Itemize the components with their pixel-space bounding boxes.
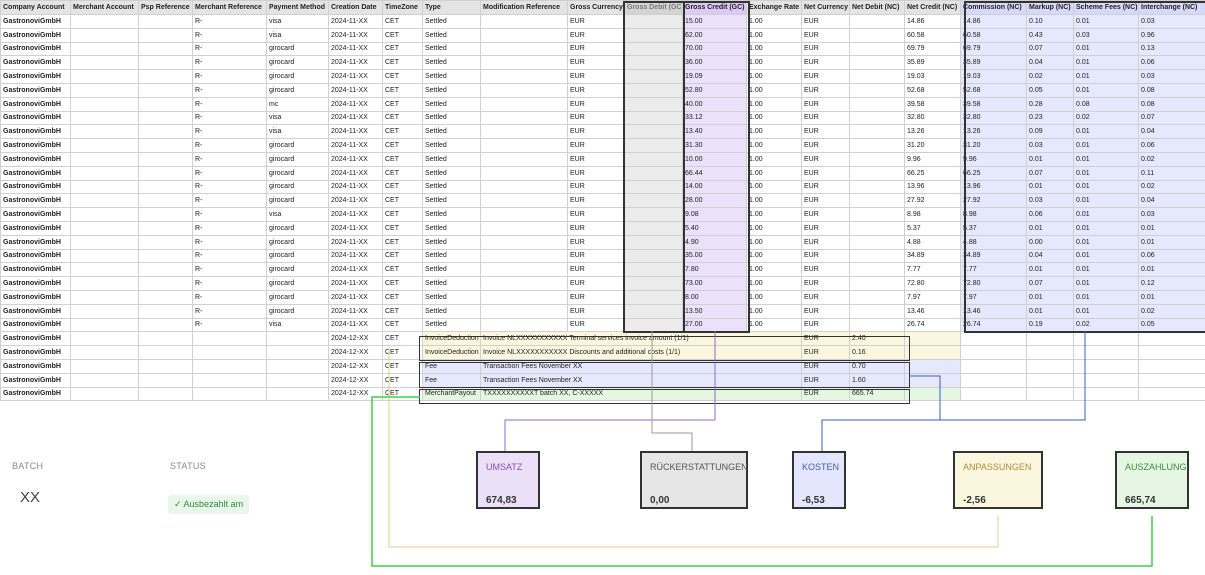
summary-box-auszahlung: AUSZAHLUNG 665,74 [1115, 451, 1189, 509]
summary-title: UMSATZ [486, 462, 523, 472]
summary-value: -6,53 [802, 495, 825, 506]
summary-box-kosten: KOSTEN -6,53 [792, 451, 846, 509]
batch-value: XX [20, 489, 41, 506]
summary-value: 665,74 [1125, 495, 1156, 506]
summary-value: 674,83 [486, 495, 517, 506]
fee-to-kosten-connector [909, 375, 941, 420]
summary-box-anpassungen: ANPASSUNGEN -2,56 [953, 451, 1043, 509]
summary-box-umsatz: UMSATZ 674,83 [476, 451, 540, 509]
anpassungen-connector [388, 347, 999, 548]
summary-box-rueckerstattungen: RÜCKERSTATTUNGEN 0,00 [640, 451, 748, 509]
summary-title: RÜCKERSTATTUNGEN [650, 462, 748, 472]
status-label: STATUS [170, 461, 206, 471]
summary-value: 0,00 [650, 495, 670, 506]
status-badge: ✓ Ausbezahlt am [168, 495, 250, 514]
batch-label: BATCH [12, 461, 44, 471]
summary-title: AUSZAHLUNG [1125, 462, 1187, 472]
summary-title: ANPASSUNGEN [963, 462, 1032, 472]
rueckerstattungen-connector [651, 331, 693, 451]
summary-title: KOSTEN [802, 462, 840, 472]
kosten-connector [821, 331, 1086, 451]
summary-value: -2,56 [963, 495, 986, 506]
